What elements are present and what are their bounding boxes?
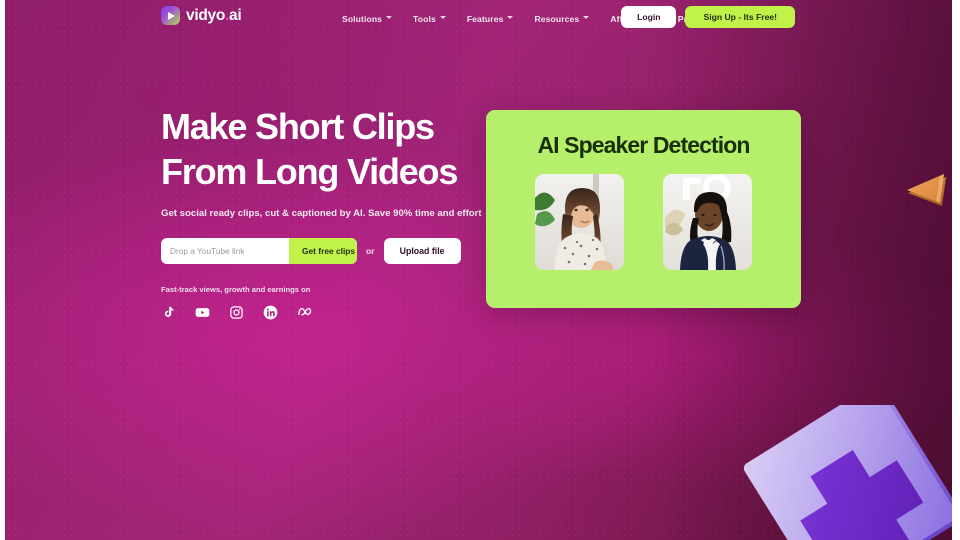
purple-cross-3d-icon xyxy=(743,384,952,540)
get-free-clips-button[interactable]: Get free clips xyxy=(289,238,357,265)
nav-actions: Login Sign Up - Its Free! xyxy=(621,6,795,28)
hero-content: Make Short Clips From Long Videos Get so… xyxy=(161,105,491,320)
social-icons-row xyxy=(161,305,491,320)
signup-button[interactable]: Sign Up - Its Free! xyxy=(685,6,795,28)
nav-item-label: Resources xyxy=(534,13,580,24)
login-button[interactable]: Login xyxy=(621,6,677,28)
youtube-icon[interactable] xyxy=(195,305,210,320)
brand-logo[interactable]: vidyo.ai xyxy=(161,6,242,25)
chevron-down-icon xyxy=(507,15,514,22)
linkedin-icon[interactable] xyxy=(263,305,278,320)
brand-name: vidyo.ai xyxy=(186,6,242,24)
orange-triangle-3d-icon xyxy=(903,166,952,216)
chevron-down-icon xyxy=(439,15,446,22)
speaker-thumbnail-2 xyxy=(663,174,752,270)
meta-icon[interactable] xyxy=(297,305,312,320)
nav-item-tools[interactable]: Tools xyxy=(413,14,446,24)
hero-title-line-2: From Long Videos xyxy=(161,150,458,192)
top-navbar: vidyo.ai Solutions Tools Features Resour xyxy=(5,0,952,37)
nav-item-label: Features xyxy=(466,13,504,24)
page-root: vidyo.ai Solutions Tools Features Resour xyxy=(0,0,960,540)
chevron-down-icon xyxy=(583,15,590,22)
play-triangle-icon xyxy=(161,6,180,25)
feature-card: AI Speaker Detection xyxy=(486,110,801,308)
instagram-icon[interactable] xyxy=(229,305,244,320)
hero-subtitle: Get social ready clips, cut & captioned … xyxy=(161,208,482,220)
search-input[interactable] xyxy=(161,238,289,265)
social-proof-label: Fast-track views, growth and earnings on xyxy=(161,285,311,295)
hero-stage: vidyo.ai Solutions Tools Features Resour xyxy=(5,0,952,540)
upload-file-button[interactable]: Upload file xyxy=(383,238,461,265)
nav-item-resources[interactable]: Resources xyxy=(534,13,590,24)
speaker-thumbnail-1 xyxy=(535,174,624,270)
nav-item-solutions[interactable]: Solutions xyxy=(342,13,393,24)
feature-card-title: AI Speaker Detection xyxy=(537,132,750,158)
page-title: Make Short Clips From Long Videos xyxy=(161,105,491,194)
hero-title-line-1: Make Short Clips xyxy=(161,106,435,147)
or-separator-label: or xyxy=(366,246,375,257)
hero-cta-row: Get free clips or Upload file xyxy=(161,238,491,265)
chevron-down-icon xyxy=(386,15,393,22)
nav-item-label: Solutions xyxy=(342,13,383,24)
speaker-thumbnails xyxy=(486,174,801,270)
nav-item-features[interactable]: Features xyxy=(467,14,514,24)
nav-item-label: Tools xyxy=(413,13,436,24)
tiktok-icon[interactable] xyxy=(161,305,176,320)
youtube-link-box: Get free clips xyxy=(161,238,357,265)
